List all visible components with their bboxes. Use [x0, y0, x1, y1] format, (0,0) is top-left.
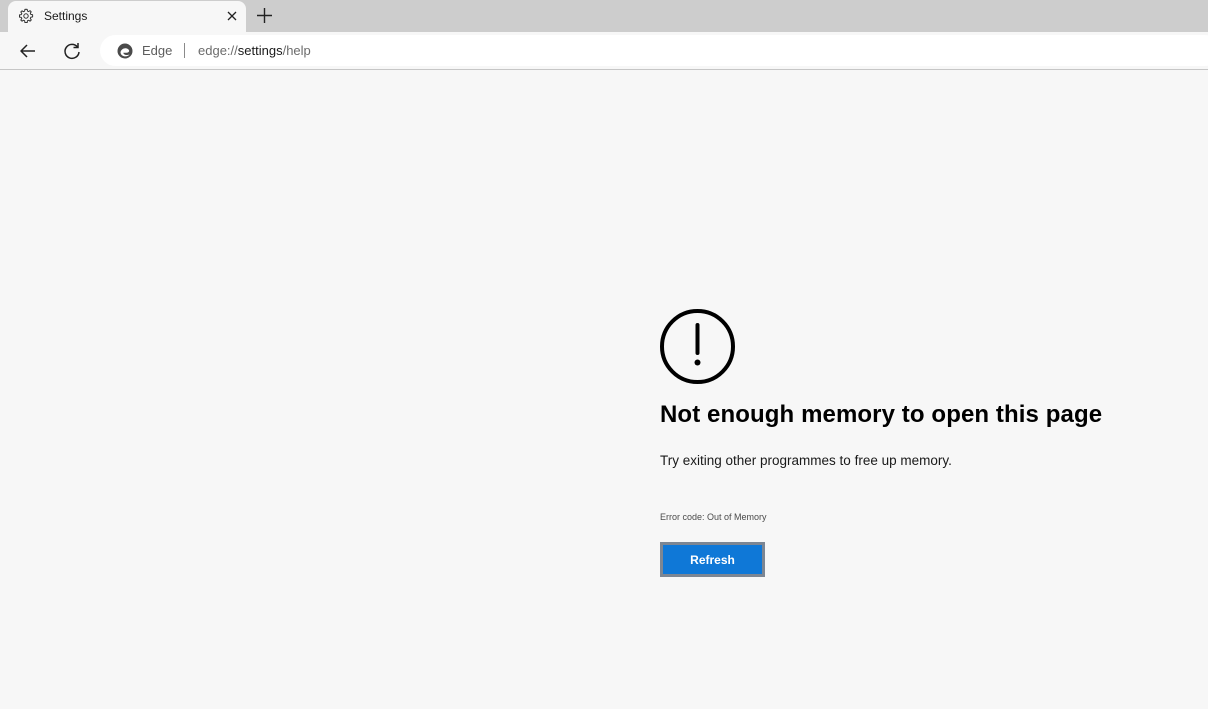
exclamation-circle-icon	[660, 309, 735, 384]
site-info-label[interactable]: Edge	[142, 43, 172, 58]
tab-strip: Settings	[0, 0, 1208, 32]
close-tab-icon[interactable]	[224, 8, 240, 24]
url-text[interactable]: edge://settings/help	[198, 43, 311, 58]
back-arrow-icon[interactable]	[17, 40, 39, 62]
reload-icon[interactable]	[61, 40, 83, 62]
new-tab-icon[interactable]	[256, 7, 273, 24]
url-path: /help	[282, 43, 311, 58]
error-title: Not enough memory to open this page	[660, 401, 1103, 428]
tab-title: Settings	[44, 9, 88, 23]
error-description: Try exiting other programmes to free up …	[660, 453, 952, 468]
tab-settings[interactable]: Settings	[8, 1, 246, 32]
browser-toolbar: Edge edge://settings/help	[0, 32, 1208, 70]
url-host: settings	[237, 43, 283, 58]
url-scheme: edge://	[198, 43, 238, 58]
omnibox-separator	[184, 43, 185, 58]
gear-icon	[19, 8, 34, 23]
refresh-button[interactable]: Refresh	[660, 542, 765, 577]
address-bar[interactable]: Edge edge://settings/help	[100, 35, 1208, 66]
edge-logo-icon	[117, 43, 133, 59]
error-code: Error code: Out of Memory	[660, 512, 767, 522]
error-page: Not enough memory to open this page Try …	[0, 71, 1208, 709]
